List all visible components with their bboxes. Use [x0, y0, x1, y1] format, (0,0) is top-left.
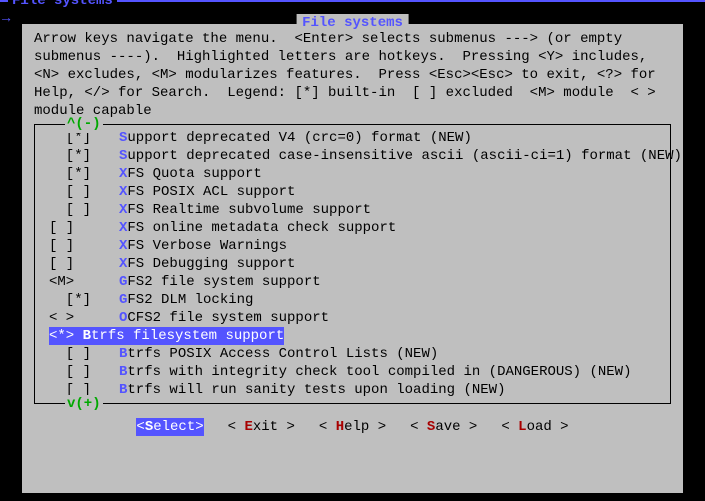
dialog-button[interactable]: < Save >: [410, 418, 477, 436]
menu-item[interactable]: <M> GFS2 file system support: [35, 273, 670, 291]
menu-item[interactable]: [ ] Btrfs will run sanity tests upon loa…: [35, 381, 670, 399]
menu-item[interactable]: [*] XFS Quota support: [35, 165, 670, 183]
menu-item[interactable]: < > OCFS2 file system support: [35, 309, 670, 327]
dialog-button[interactable]: < Help >: [319, 418, 386, 436]
help-text: Arrow keys navigate the menu. <Enter> se…: [22, 24, 683, 124]
menu-item[interactable]: [ ] XFS Realtime subvolume support: [35, 201, 670, 219]
menu-item[interactable]: [*] Support deprecated V4 (crc=0) format…: [35, 129, 670, 147]
arrow-icon: →: [2, 10, 10, 28]
dialog-button[interactable]: < Exit >: [228, 418, 295, 436]
outer-title: File systems: [8, 0, 117, 10]
menu-item[interactable]: <*> Btrfs filesystem support: [35, 327, 670, 345]
button-bar: <Select> < Exit > < Help > < Save > < Load >: [22, 408, 683, 444]
outer-frame: File systems → File systems Arrow keys n…: [0, 0, 705, 501]
menu-item[interactable]: [ ] Btrfs with integrity check tool comp…: [35, 363, 670, 381]
dialog-button[interactable]: < Load >: [501, 418, 568, 436]
menu-item[interactable]: [ ] Btrfs POSIX Access Control Lists (NE…: [35, 345, 670, 363]
menu-item[interactable]: [ ] XFS POSIX ACL support: [35, 183, 670, 201]
scroll-down-icon[interactable]: v(+): [65, 395, 103, 413]
menu-item[interactable]: [ ] XFS online metadata check support: [35, 219, 670, 237]
menu-item[interactable]: [*] GFS2 DLM locking: [35, 291, 670, 309]
menu-item[interactable]: [ ] XFS Debugging support: [35, 255, 670, 273]
scroll-up-icon[interactable]: ^(-): [65, 115, 103, 133]
menu-item[interactable]: [ ] XFS Verbose Warnings: [35, 237, 670, 255]
dialog-button[interactable]: <Select>: [136, 418, 203, 436]
dialog-panel: File systems Arrow keys navigate the men…: [20, 22, 685, 495]
menu-list: ^(-) [*] Support deprecated V4 (crc=0) f…: [34, 124, 671, 404]
menu-item[interactable]: [*] Support deprecated case-insensitive …: [35, 147, 670, 165]
panel-title: File systems: [296, 14, 409, 32]
